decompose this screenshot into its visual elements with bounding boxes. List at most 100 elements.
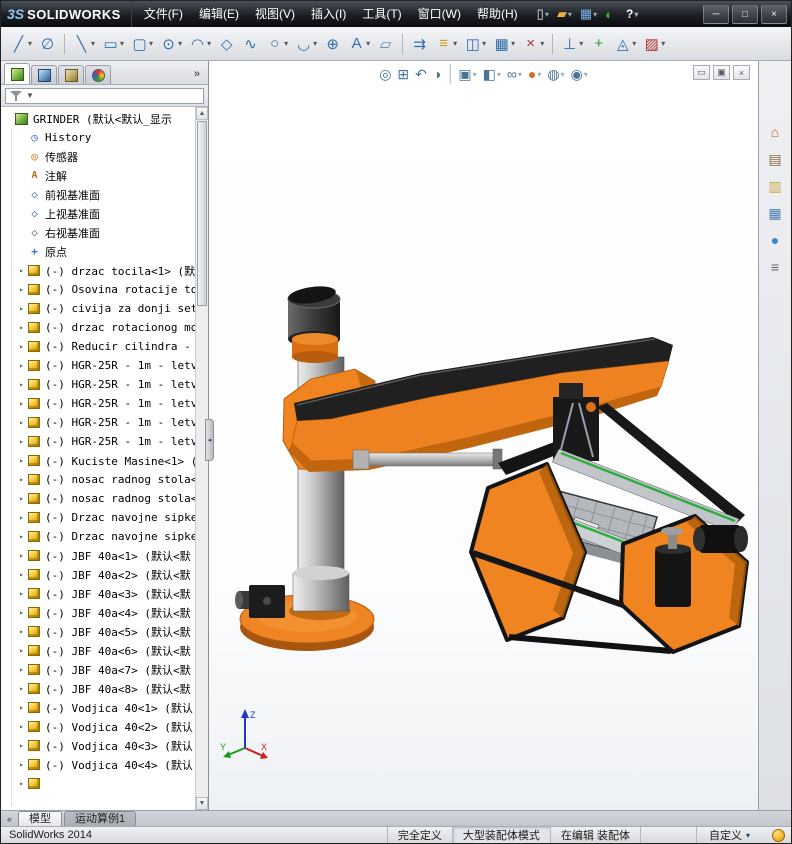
tree-item-12[interactable]: ▸ (-) Reducir cilindra -	[3, 337, 195, 356]
tree-item-34[interactable]: ▸ (-) Vodjica 40<4> (默认	[3, 755, 195, 774]
tree-item-30[interactable]: ▸ (-) JBF 40a<8> (默认<默	[3, 679, 195, 698]
tree-item-7[interactable]: 原点	[3, 242, 195, 261]
zoom-to-fit[interactable]: ◎	[377, 65, 393, 84]
tree-item-11[interactable]: ▸ (-) drzac rotacionog mo	[3, 318, 195, 337]
tree-item-16[interactable]: ▸ (-) HGR-25R - 1m - letv	[3, 413, 195, 432]
tree-item-2[interactable]: 传感器	[3, 147, 195, 166]
custom-properties[interactable]: ≡	[763, 256, 787, 278]
plane[interactable]: ▱	[374, 31, 397, 57]
circle[interactable]: ⊙ ▾	[157, 31, 185, 57]
mirror-entities[interactable]: ◫ ▾	[461, 31, 489, 57]
menu-item-7[interactable]: 帮助(H)	[469, 1, 526, 27]
menu-item-4[interactable]: 插入(I)	[303, 1, 354, 27]
view-settings[interactable]: ◉ ▾	[569, 65, 590, 84]
tree-item-20[interactable]: ▸ (-) nosac radnog stola<	[3, 489, 195, 508]
propertymanager-tab[interactable]	[31, 65, 57, 84]
zoom-to-area[interactable]: ⊞	[395, 65, 411, 84]
maximize-window[interactable]: □	[732, 4, 758, 24]
expand-arrow-icon[interactable]: ▸	[16, 760, 27, 769]
design-library[interactable]: ▤	[763, 148, 787, 170]
tree-item-24[interactable]: ▸ (-) JBF 40a<2> (默认<默	[3, 565, 195, 584]
corner-rectangle[interactable]: ▭ ▾	[99, 31, 127, 57]
expand-arrow-icon[interactable]: ▸	[16, 684, 27, 693]
expand-arrow-icon[interactable]: ▸	[16, 304, 27, 313]
expand-arrow-icon[interactable]: ▸	[16, 589, 27, 598]
minimize-document[interactable]: ▭	[693, 65, 710, 80]
tree-item-3[interactable]: 注解	[3, 166, 195, 185]
centerpoint-arc[interactable]: ◠ ▾	[186, 31, 214, 57]
help-button[interactable]: ? ▾	[622, 7, 642, 21]
open-document[interactable]: ▰ ▾	[554, 5, 575, 23]
expand-arrow-icon[interactable]: ▸	[16, 266, 27, 275]
tree-item-5[interactable]: 上视基准面	[3, 204, 195, 223]
custom-dropdown-icon[interactable]: ▾	[746, 831, 750, 840]
quick-snaps[interactable]: ◬ ▾	[611, 31, 639, 57]
edit-appearance[interactable]: ● ▾	[526, 65, 543, 83]
solidworks-resources[interactable]: ⌂	[763, 121, 787, 143]
featuremanager-tab[interactable]	[4, 63, 30, 84]
expand-arrow-icon[interactable]: ▸	[16, 722, 27, 731]
tree-item-31[interactable]: ▸ (-) Vodjica 40<1> (默认	[3, 698, 195, 717]
save-document[interactable]: ▦ ▾	[577, 5, 600, 23]
straight-slot[interactable]: ▢ ▾	[128, 31, 156, 57]
expand-arrow-icon[interactable]: ▸	[16, 551, 27, 560]
tree-item-4[interactable]: 前视基准面	[3, 185, 195, 204]
new-document[interactable]: ▯ ▾	[534, 5, 552, 23]
tree-item-27[interactable]: ▸ (-) JBF 40a<5> (默认<默	[3, 622, 195, 641]
tree-item-13[interactable]: ▸ (-) HGR-25R - 1m - letv	[3, 356, 195, 375]
restore-document[interactable]: ▣	[713, 65, 730, 80]
menu-item-5[interactable]: 工具(T)	[354, 1, 409, 27]
menu-item-6[interactable]: 窗口(W)	[410, 1, 469, 27]
expand-arrow-icon[interactable]: ▸	[16, 342, 27, 351]
graphics-viewport[interactable]: ◎ ⊞ ↶ ◑ ▣ ▾ ◧ ▾ ∞ ▾ ● ▾ ◍ ▾ ◉ ▾ ▭ ▣ × Z …	[209, 61, 758, 810]
ellipse[interactable]: ○ ▾	[263, 31, 291, 57]
expand-arrow-icon[interactable]: ▸	[16, 741, 27, 750]
smart-dimension[interactable]: ∅	[36, 31, 59, 57]
rapid-sketch[interactable]: ▨ ▾	[640, 31, 668, 57]
polygon[interactable]: ◇	[215, 31, 238, 57]
sketch-fillet[interactable]: ◡ ▾	[292, 31, 320, 57]
tree-item-19[interactable]: ▸ (-) nosac radnog stola<	[3, 470, 195, 489]
hide-show-items[interactable]: ∞ ▾	[505, 65, 524, 83]
expand-arrow-icon[interactable]: ▸	[16, 703, 27, 712]
status-custom[interactable]: 自定义 ▾	[695, 827, 758, 843]
display-style[interactable]: ◧ ▾	[481, 65, 503, 84]
repair-sketch[interactable]: +	[587, 31, 610, 57]
sketch[interactable]: ╱ ▾	[7, 31, 35, 57]
tab-scroll-left-icon[interactable]: «	[3, 814, 16, 824]
tab-motion-study[interactable]: 运动算例1	[64, 811, 137, 826]
tree-item-35[interactable]: ▸	[3, 774, 195, 793]
filter-dropdown-icon[interactable]: ▼	[26, 91, 34, 100]
scroll-down-icon[interactable]: ▼	[196, 797, 208, 810]
convert-entities[interactable]: ⇉	[408, 31, 431, 57]
expand-arrow-icon[interactable]: ▸	[16, 646, 27, 655]
tree-item-26[interactable]: ▸ (-) JBF 40a<4> (默认<默	[3, 603, 195, 622]
expand-arrow-icon[interactable]: ▸	[16, 361, 27, 370]
expand-arrow-icon[interactable]: ▸	[16, 380, 27, 389]
view-orientation[interactable]: ▣ ▾	[456, 65, 478, 84]
tree-item-32[interactable]: ▸ (-) Vodjica 40<2> (默认	[3, 717, 195, 736]
tree-filter-box[interactable]: ▼	[5, 87, 204, 104]
tree-item-21[interactable]: ▸ (-) Drzac navojne sipke	[3, 508, 195, 527]
expand-arrow-icon[interactable]: ▸	[16, 779, 27, 788]
menu-item-1[interactable]: 文件(F)	[136, 1, 191, 27]
expand-arrow-icon[interactable]: ▸	[16, 323, 27, 332]
tree-item-25[interactable]: ▸ (-) JBF 40a<3> (默认<默	[3, 584, 195, 603]
previous-view[interactable]: ↶	[413, 65, 429, 84]
tree-item-15[interactable]: ▸ (-) HGR-25R - 1m - letv	[3, 394, 195, 413]
tree-item-33[interactable]: ▸ (-) Vodjica 40<3> (默认	[3, 736, 195, 755]
tree-item-6[interactable]: 右视基准面	[3, 223, 195, 242]
tree-item-22[interactable]: ▸ (-) Drzac navojne sipke	[3, 527, 195, 546]
close-window[interactable]: ×	[761, 4, 787, 24]
minimize-window[interactable]: ─	[703, 4, 729, 24]
offset-entities[interactable]: ≡ ▾	[432, 31, 460, 57]
tree-item-18[interactable]: ▸ (-) Kuciste Masine<1> (默	[3, 451, 195, 470]
scroll-up-icon[interactable]: ▲	[196, 107, 208, 120]
scrollbar-thumb[interactable]	[197, 121, 207, 306]
grinder-head[interactable]	[287, 284, 341, 363]
appearances-scenes[interactable]: ●	[763, 229, 787, 251]
expand-arrow-icon[interactable]: ▸	[16, 627, 27, 636]
view-palette[interactable]: ▦	[763, 202, 787, 224]
text[interactable]: A ▾	[345, 31, 373, 57]
performance-indicator[interactable]: ◐	[602, 6, 616, 23]
